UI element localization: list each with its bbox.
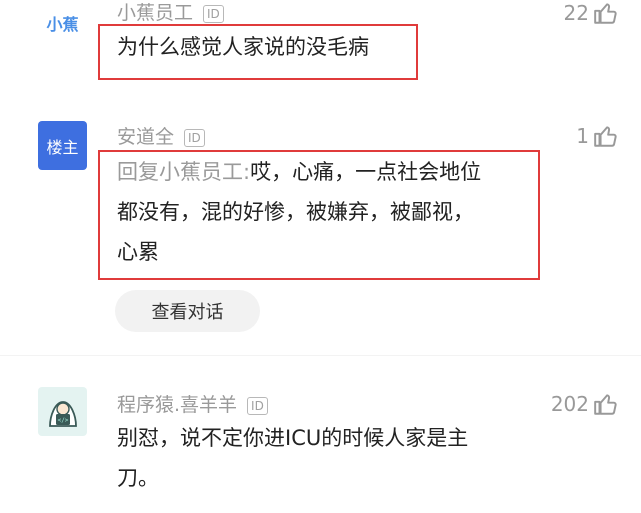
- avatar-host-badge[interactable]: 楼主: [38, 121, 87, 170]
- thumbs-up-icon: [594, 394, 617, 415]
- comment-text: 别怼，说不定你进ICU的时候人家是主 刀。: [117, 418, 468, 498]
- like-count: 1: [576, 124, 589, 148]
- text-line-1: 别怼，说不定你进ICU的时候人家是主: [117, 426, 469, 450]
- id-badge: ID: [203, 4, 224, 23]
- like-button[interactable]: 22: [564, 0, 619, 26]
- coder-avatar-icon: </>: [48, 400, 77, 427]
- username-label[interactable]: 程序猿.喜羊羊: [117, 394, 237, 416]
- id-badge: ID: [247, 396, 268, 415]
- username[interactable]: 小蕉员工 ID: [117, 0, 224, 25]
- svg-text:</>: </>: [57, 417, 68, 424]
- username[interactable]: 安道全 ID: [117, 122, 205, 149]
- like-button[interactable]: 202: [551, 391, 619, 417]
- avatar-coder[interactable]: </>: [38, 387, 87, 436]
- like-count: 22: [563, 1, 589, 25]
- divider: [0, 355, 641, 356]
- like-count: 202: [550, 392, 589, 416]
- username-label[interactable]: 小蕉员工: [117, 2, 193, 24]
- avatar-brand[interactable]: 小蕉: [38, 0, 87, 47]
- thumbs-up-icon: [594, 3, 617, 24]
- highlight-box: [98, 150, 540, 280]
- thumbs-up-icon: [594, 126, 617, 147]
- username-label[interactable]: 安道全: [117, 126, 174, 148]
- text-line-2: 刀。: [117, 466, 159, 490]
- view-conversation-button[interactable]: 查看对话: [115, 290, 260, 332]
- username[interactable]: 程序猿.喜羊羊 ID: [117, 390, 268, 417]
- id-badge: ID: [184, 128, 205, 147]
- highlight-box: [98, 24, 418, 80]
- like-button[interactable]: 1: [576, 123, 619, 149]
